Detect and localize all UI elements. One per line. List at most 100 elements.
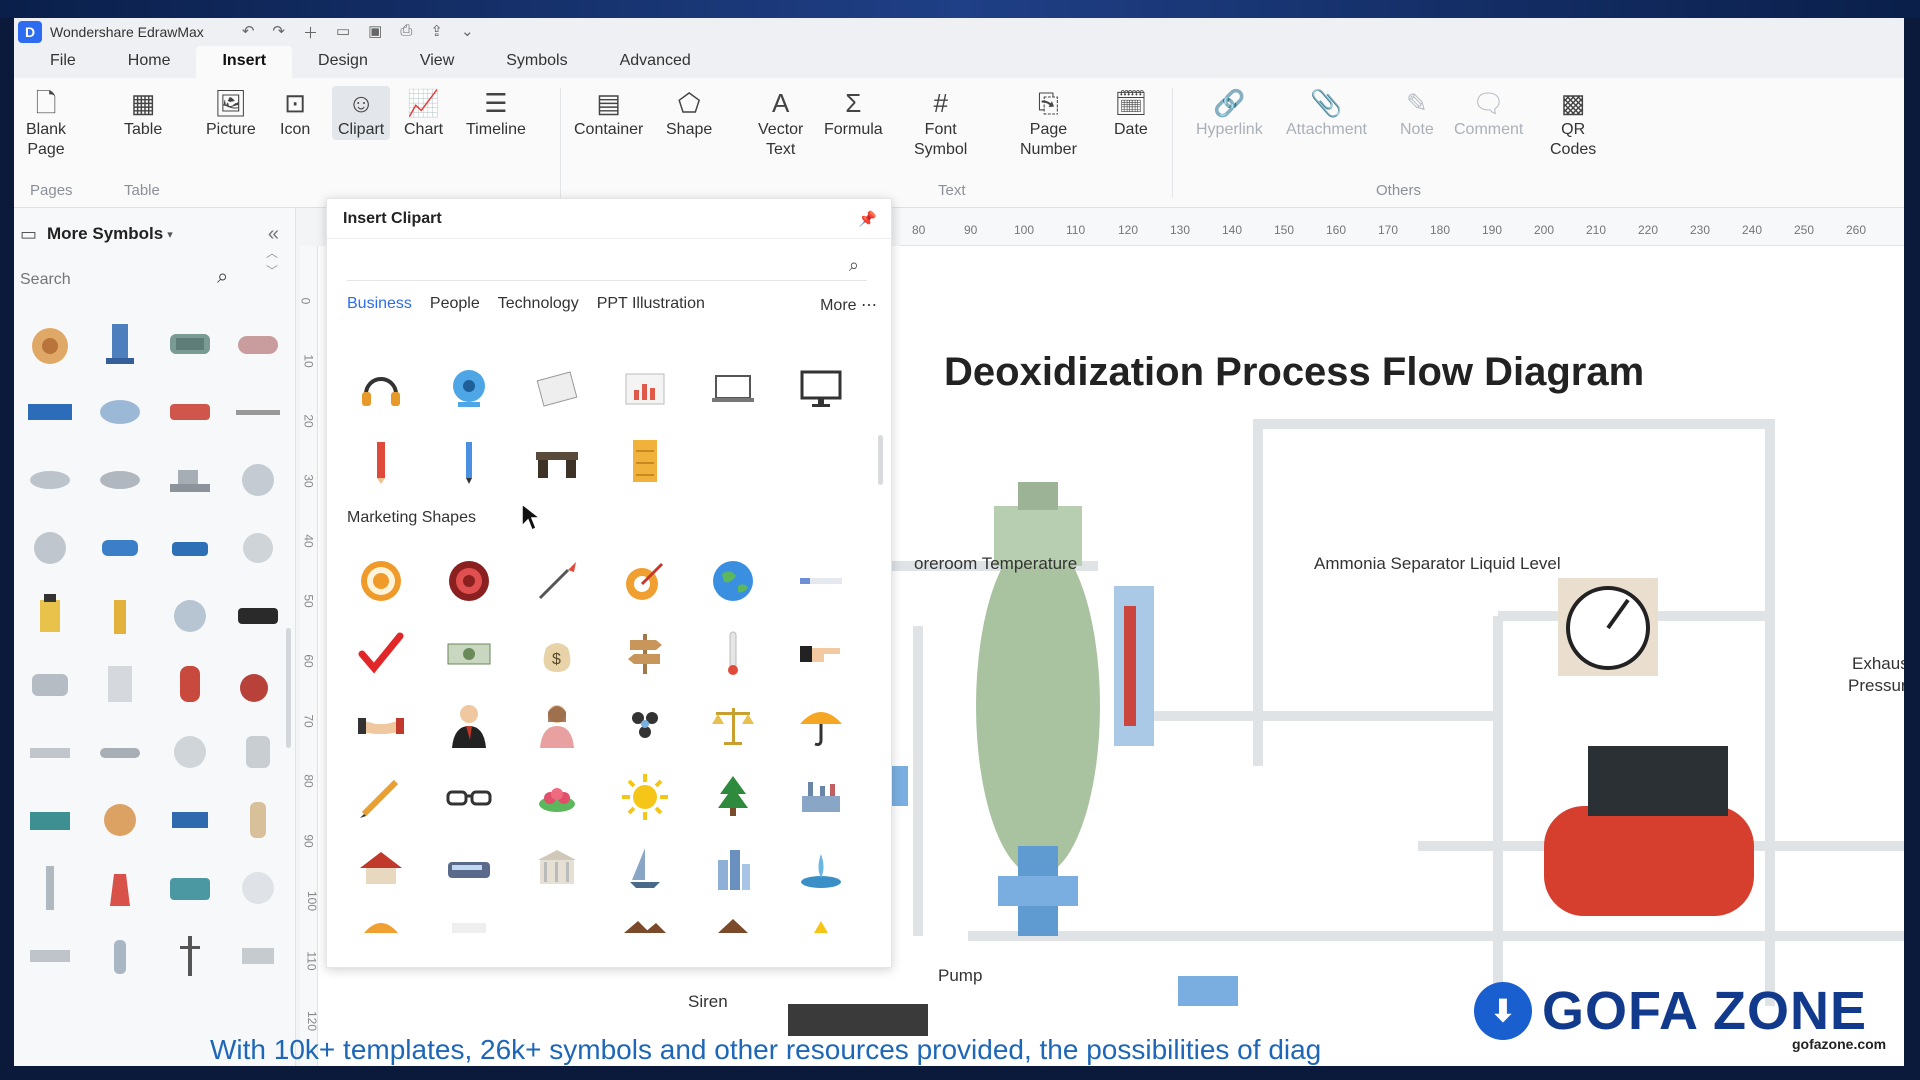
save-icon[interactable]: ▣ <box>368 22 382 43</box>
symbol-fan-grey[interactable] <box>232 522 284 574</box>
font-symbol-button[interactable]: # Font Symbol <box>914 86 967 160</box>
print-icon[interactable]: ⎙ <box>400 22 412 43</box>
clipart-partial-3[interactable] <box>615 903 675 933</box>
clipart-orange-target[interactable] <box>351 551 411 611</box>
clipart-scales[interactable] <box>703 695 763 755</box>
clipart-laptop[interactable] <box>703 359 763 419</box>
symbol-vertical-pump[interactable] <box>94 318 146 370</box>
tab-business[interactable]: Business <box>347 295 412 315</box>
timeline-button[interactable]: ☰ Timeline <box>466 86 526 140</box>
clipart-panel-scrollbar[interactable] <box>878 435 883 485</box>
symbol-grey-fan[interactable] <box>164 726 216 778</box>
comment-button[interactable]: 🗨 Comment <box>1454 86 1523 140</box>
symbol-machine-base[interactable] <box>164 454 216 506</box>
clipart-pencil[interactable] <box>351 767 411 827</box>
clipart-file-cabinet[interactable] <box>615 431 675 491</box>
clipart-button[interactable]: ☺ Clipart <box>332 86 391 140</box>
clipart-sailboat[interactable] <box>615 839 675 899</box>
label-siren[interactable]: Siren <box>688 992 728 1012</box>
symbol-grey-box[interactable] <box>232 930 284 982</box>
clipart-dart[interactable] <box>527 551 587 611</box>
symbol-blower[interactable] <box>232 454 284 506</box>
symbol-tank-horizontal[interactable] <box>232 318 284 370</box>
clipart-sun[interactable] <box>615 767 675 827</box>
symbol-blue-pump[interactable] <box>94 522 146 574</box>
symbol-grey-valve[interactable] <box>24 726 76 778</box>
symbol-pipe-vertical[interactable] <box>24 862 76 914</box>
symbol-red-motor[interactable] <box>232 658 284 710</box>
pin-icon[interactable]: 📌 <box>858 210 877 228</box>
clipart-pine-tree[interactable] <box>703 767 763 827</box>
shape-button[interactable]: ⬠ Shape <box>666 86 712 140</box>
symbol-grey-valve-2[interactable] <box>24 930 76 982</box>
clipart-search-input[interactable] <box>347 251 837 279</box>
clipart-flowers[interactable] <box>527 767 587 827</box>
clipart-webcam[interactable] <box>439 359 499 419</box>
tab-file[interactable]: File <box>24 46 102 78</box>
page-number-button[interactable]: ⎘ Page Number <box>1020 86 1077 160</box>
redo-icon[interactable]: ↷ <box>272 22 285 43</box>
clipart-dollar-bill[interactable] <box>439 623 499 683</box>
undo-icon[interactable]: ↶ <box>242 22 255 43</box>
tab-home[interactable]: Home <box>102 46 197 78</box>
symbol-red-bell[interactable] <box>94 862 146 914</box>
tab-symbols[interactable]: Symbols <box>480 46 593 78</box>
clipart-partial-5[interactable] <box>791 903 851 933</box>
tab-view[interactable]: View <box>394 46 480 78</box>
sidebar-title[interactable]: More Symbols <box>47 224 163 244</box>
note-button[interactable]: ✎ Note <box>1400 86 1434 140</box>
symbol-motor-blue[interactable] <box>24 386 76 438</box>
chevron-down-icon[interactable]: ▾ <box>167 228 173 241</box>
clipart-globe[interactable] <box>703 551 763 611</box>
symbol-filter[interactable] <box>94 658 146 710</box>
clipart-money-bag[interactable]: $ <box>527 623 587 683</box>
symbol-compressor[interactable] <box>94 386 146 438</box>
label-storeroom-temperature[interactable]: oreroom Temperature <box>914 554 1077 574</box>
symbol-blue-pump-3[interactable] <box>164 794 216 846</box>
vector-text-button[interactable]: A Vector Text <box>758 86 803 160</box>
clipart-chart-board[interactable] <box>615 359 675 419</box>
icon-button[interactable]: ⊡ Icon <box>280 86 310 140</box>
diagram-title[interactable]: Deoxidization Process Flow Diagram <box>944 350 1644 395</box>
collapse-sidebar-icon[interactable]: « <box>268 223 279 246</box>
tab-people[interactable]: People <box>430 295 480 315</box>
symbol-turbine[interactable] <box>164 590 216 642</box>
symbol-orange-fan[interactable] <box>94 794 146 846</box>
clipart-factory[interactable] <box>791 767 851 827</box>
symbol-blue-pump-2[interactable] <box>164 522 216 574</box>
symbol-teal-pump[interactable] <box>164 862 216 914</box>
clipart-headset[interactable] <box>351 359 411 419</box>
symbol-black-motor[interactable] <box>232 590 284 642</box>
clipart-businessman[interactable] <box>439 695 499 755</box>
clipart-partial-1[interactable] <box>351 903 411 933</box>
symbol-red-cylinder[interactable] <box>164 386 216 438</box>
symbol-heat-exchanger[interactable] <box>164 318 216 370</box>
attachment-button[interactable]: 📎 Attachment <box>1286 86 1367 140</box>
picture-button[interactable]: 🖼 Picture <box>206 86 256 140</box>
clipart-bus[interactable] <box>439 839 499 899</box>
clipart-red-checkmark[interactable] <box>351 623 411 683</box>
symbol-yellow-cylinder[interactable] <box>94 590 146 642</box>
symbol-stand[interactable] <box>164 930 216 982</box>
export-icon[interactable]: ⇪ <box>430 22 443 43</box>
clipart-handshake[interactable] <box>351 695 411 755</box>
qr-codes-button[interactable]: ▩ QR Codes <box>1550 86 1596 160</box>
blank-page-button[interactable]: 🗋 Blank Page <box>26 86 66 160</box>
date-button[interactable]: 🗓 Date <box>1114 86 1148 140</box>
clipart-red-house[interactable] <box>351 839 411 899</box>
customize-icon[interactable]: ⌄ <box>461 22 474 43</box>
clipart-fountain[interactable] <box>791 839 851 899</box>
clipart-pointing-hand[interactable] <box>791 623 851 683</box>
tab-ppt-illustration[interactable]: PPT Illustration <box>597 295 705 315</box>
clipart-skyscrapers[interactable] <box>703 839 763 899</box>
label-exhaust[interactable]: Exhaust <box>1852 654 1904 674</box>
clipart-umbrella[interactable] <box>791 695 851 755</box>
symbol-beige-cylinder[interactable] <box>232 794 284 846</box>
symbol-yellow-valve[interactable] <box>24 590 76 642</box>
clipart-businesswoman[interactable] <box>527 695 587 755</box>
label-pressure[interactable]: Pressure <box>1848 676 1904 696</box>
more-categories-button[interactable]: More ⋯ <box>820 295 877 315</box>
clipart-red-target[interactable] <box>439 551 499 611</box>
clipart-monitor[interactable] <box>791 359 851 419</box>
sidebar-scroll-arrows[interactable]: ︿ ﹀ <box>266 244 278 280</box>
